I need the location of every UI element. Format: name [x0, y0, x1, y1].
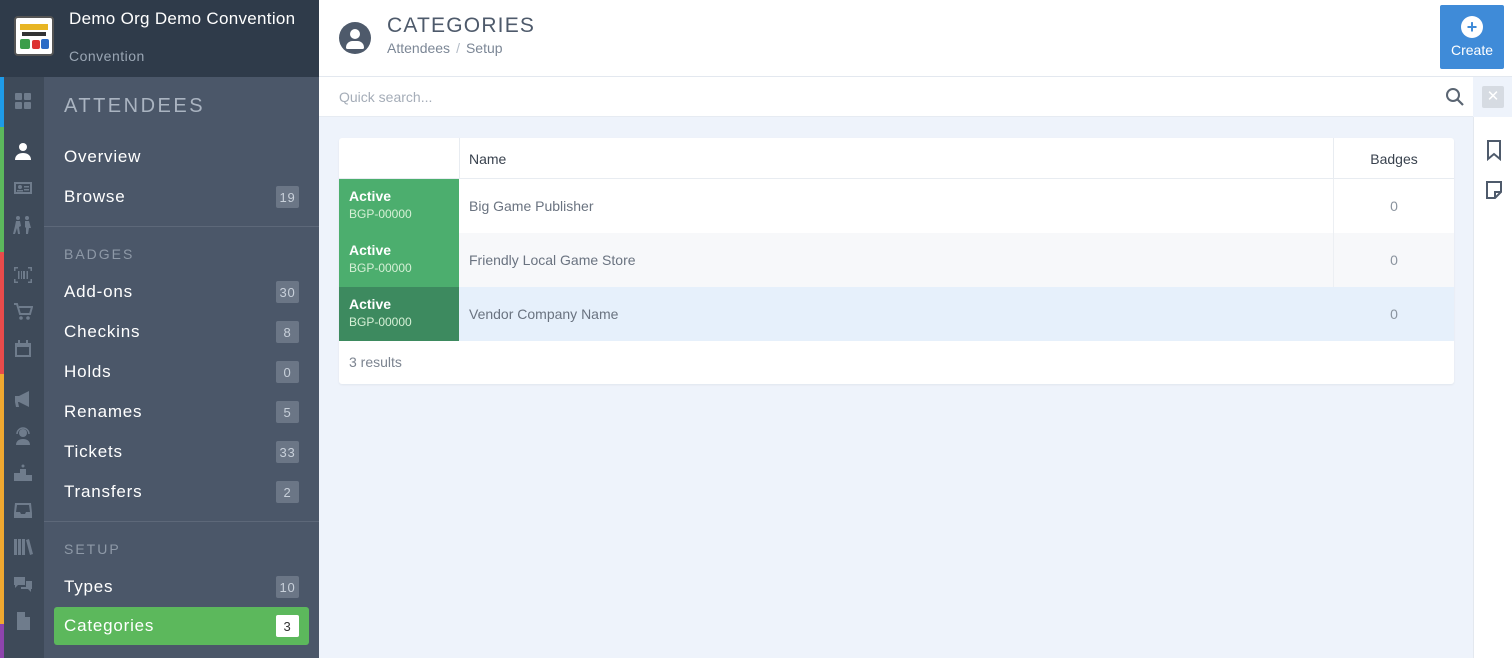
nav-item-label: Checkins — [64, 322, 141, 341]
nav-item-checkins[interactable]: Checkins 8 — [54, 313, 309, 351]
dashboard-icon[interactable] — [12, 90, 34, 112]
nav-item-count: 8 — [276, 321, 299, 343]
table-row[interactable]: Active BGP-00000 Vendor Company Name 0 — [339, 287, 1454, 341]
nav-divider — [44, 521, 319, 522]
page-title: CATEGORIES — [387, 14, 536, 37]
org-subtitle: Convention — [69, 48, 145, 64]
status-label: Active — [349, 242, 392, 258]
nav-item-count: 10 — [276, 576, 299, 598]
results-count: 3 results — [349, 354, 402, 370]
nav-section-badges: BADGES — [64, 246, 135, 262]
category-code: BGP-00000 — [349, 207, 412, 221]
category-name: Big Game Publisher — [469, 198, 594, 214]
status-cell: Active BGP-00000 — [339, 179, 459, 233]
nav-item-label: Renames — [64, 402, 143, 421]
nav-item-count: 30 — [276, 281, 299, 303]
rail-stripe-green — [0, 127, 4, 252]
org-name: Demo Org Demo Convention — [69, 9, 296, 28]
nav-item-label: Holds — [64, 362, 112, 381]
breadcrumb-setup[interactable]: Setup — [466, 40, 503, 56]
plus-icon: + — [1461, 16, 1483, 38]
support-agent-icon[interactable] — [12, 425, 34, 447]
nav-item-categories[interactable]: Categories 3 — [54, 607, 309, 645]
rail-stripe-purple — [0, 624, 4, 658]
nav-item-count: 2 — [276, 481, 299, 503]
categories-table: Name Badges Active BGP-00000 Big Game Pu… — [339, 138, 1454, 384]
breadcrumb-attendees[interactable]: Attendees — [387, 40, 450, 56]
podium-icon[interactable] — [12, 462, 34, 484]
status-label: Active — [349, 296, 392, 312]
note-icon[interactable] — [1484, 179, 1504, 201]
nav-item-label: Types — [64, 577, 114, 596]
nav-item-label: Overview — [64, 147, 142, 166]
category-name: Vendor Company Name — [469, 306, 619, 322]
table-header: Name Badges — [339, 138, 1454, 179]
org-brand[interactable]: Demo Org Demo Convention Convention — [0, 0, 319, 77]
nav-item-label: Tickets — [64, 442, 123, 461]
rail-stripe-blue — [0, 77, 4, 127]
search-icon[interactable] — [1445, 87, 1465, 107]
column-header-name[interactable]: Name — [469, 138, 506, 179]
org-logo — [14, 16, 54, 56]
table-row[interactable]: Active BGP-00000 Big Game Publisher 0 — [339, 179, 1454, 233]
id-card-icon[interactable] — [12, 177, 34, 199]
cart-icon[interactable] — [12, 301, 34, 323]
nav-divider — [44, 226, 319, 227]
create-button[interactable]: + Create — [1440, 5, 1504, 69]
barcode-icon[interactable] — [12, 264, 34, 286]
nav-section-setup: SETUP — [64, 541, 121, 557]
close-icon[interactable]: ✕ — [1482, 86, 1504, 108]
people-walking-icon[interactable] — [12, 214, 34, 236]
right-toolbar — [1473, 117, 1512, 658]
inbox-icon[interactable] — [12, 499, 34, 521]
status-cell: Active BGP-00000 — [339, 287, 459, 341]
document-icon[interactable] — [12, 610, 34, 632]
table-row[interactable]: Active BGP-00000 Friendly Local Game Sto… — [339, 233, 1454, 287]
breadcrumb-separator: / — [456, 40, 460, 56]
create-label: Create — [1450, 42, 1494, 58]
nav-item-count: 19 — [276, 186, 299, 208]
nav-item-label: Browse — [64, 187, 126, 206]
nav-item-add-ons[interactable]: Add-ons 30 — [54, 273, 309, 311]
quick-search-bar — [319, 77, 1473, 117]
module-rail — [0, 77, 44, 658]
category-code: BGP-00000 — [349, 261, 412, 275]
column-header-badges[interactable]: Badges — [1334, 138, 1454, 179]
nav-item-tickets[interactable]: Tickets 33 — [54, 433, 309, 471]
rail-stripe-red — [0, 252, 4, 374]
badge-count: 0 — [1390, 252, 1398, 268]
status-label: Active — [349, 188, 392, 204]
nav-item-transfers[interactable]: Transfers 2 — [54, 473, 309, 511]
nav-item-holds[interactable]: Holds 0 — [54, 353, 309, 391]
bookmark-icon[interactable] — [1484, 139, 1504, 161]
nav-item-label: Categories — [64, 616, 155, 635]
nav-item-count: 0 — [276, 361, 299, 383]
badge-count: 0 — [1390, 306, 1398, 322]
person-icon[interactable] — [12, 140, 34, 162]
nav-item-types[interactable]: Types 10 — [54, 568, 309, 606]
library-icon[interactable] — [12, 536, 34, 558]
person-avatar-icon — [339, 22, 371, 54]
rail-stripe-orange — [0, 374, 4, 624]
nav-item-browse[interactable]: Browse 19 — [54, 178, 309, 216]
megaphone-icon[interactable] — [12, 388, 34, 410]
breadcrumb: Attendees / Setup — [387, 40, 503, 56]
section-nav: ATTENDEES Overview Browse 19 BADGES Add-… — [44, 77, 319, 658]
nav-item-count: 33 — [276, 441, 299, 463]
chat-icon[interactable] — [12, 573, 34, 595]
nav-item-label: Add-ons — [64, 282, 133, 301]
nav-title: ATTENDEES — [64, 95, 206, 117]
nav-item-overview[interactable]: Overview — [54, 138, 309, 176]
calendar-icon[interactable] — [12, 338, 34, 360]
badge-count: 0 — [1390, 198, 1398, 214]
status-cell: Active BGP-00000 — [339, 233, 459, 287]
nav-item-count: 5 — [276, 401, 299, 423]
search-input[interactable] — [339, 87, 1419, 107]
nav-item-count: 3 — [276, 615, 299, 637]
category-code: BGP-00000 — [349, 315, 412, 329]
nav-item-label: Transfers — [64, 482, 143, 501]
page-header: CATEGORIES Attendees / Setup + Create — [319, 0, 1512, 77]
nav-item-renames[interactable]: Renames 5 — [54, 393, 309, 431]
category-name: Friendly Local Game Store — [469, 252, 636, 268]
